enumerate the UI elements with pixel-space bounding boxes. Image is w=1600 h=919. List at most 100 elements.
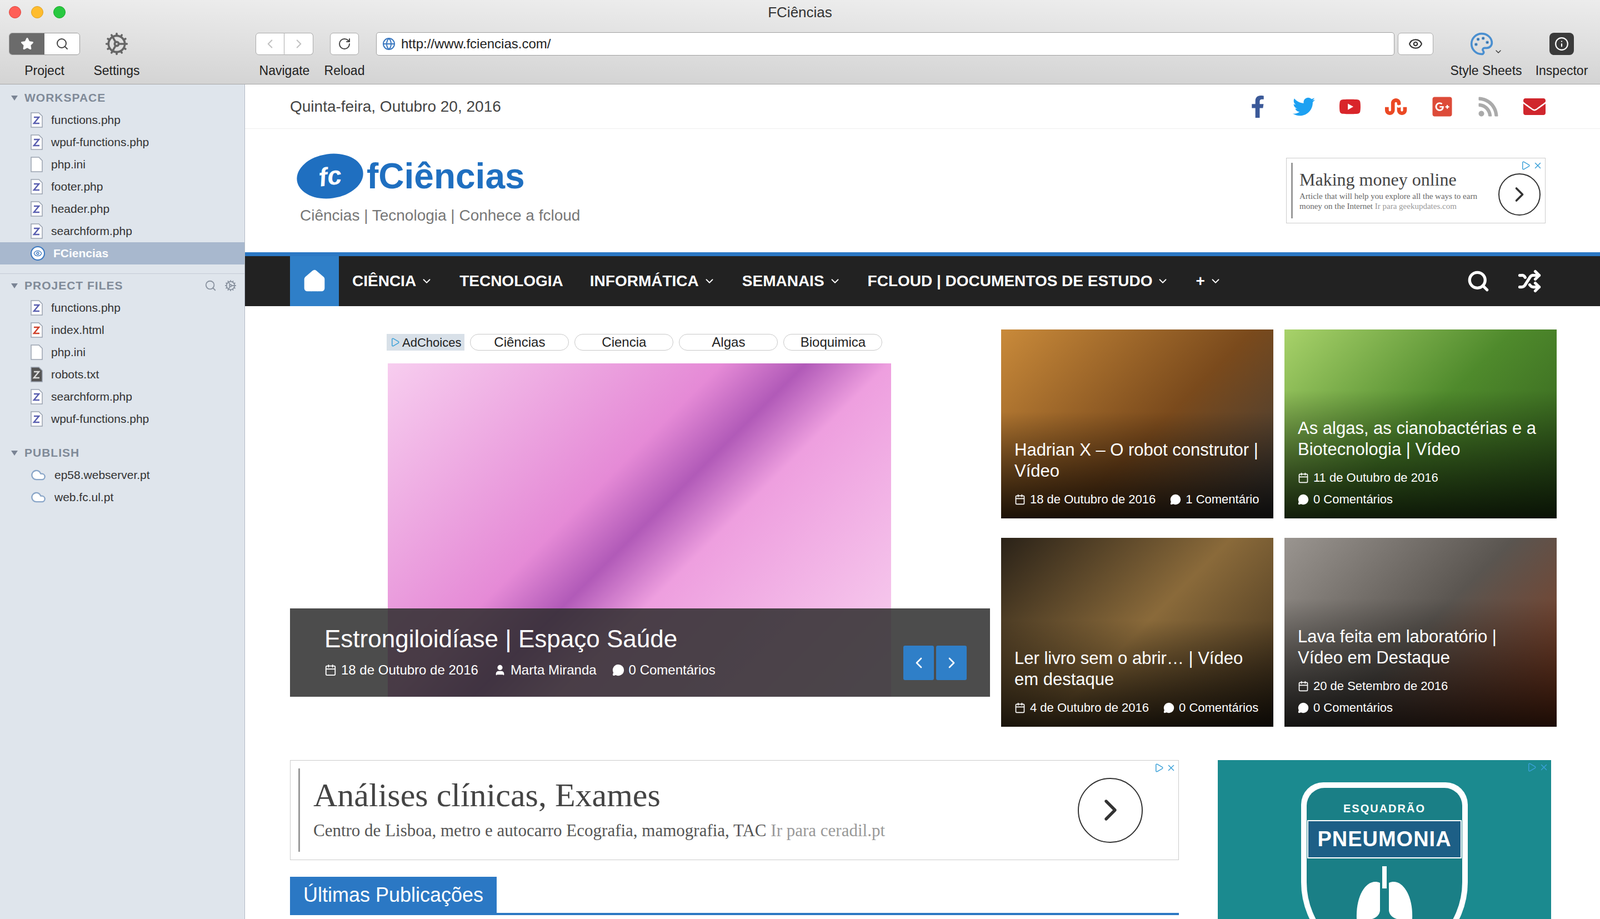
adchoices-chip[interactable]: AdChoices [386, 333, 465, 351]
logo-mark: fc [293, 149, 367, 203]
inspector-button[interactable] [1549, 32, 1574, 55]
sidebar-item[interactable]: searchform.php [0, 220, 245, 243]
logo[interactable]: fcfCiênciasCiências | Tecnologia | Conhe… [290, 153, 580, 228]
segment-button[interactable] [44, 33, 80, 55]
facebook-icon[interactable] [1246, 95, 1269, 118]
social-links [1246, 95, 1546, 118]
gear-icon[interactable] [224, 279, 237, 292]
section-header[interactable]: WORKSPACE [0, 86, 245, 109]
section-header[interactable]: PUBLISH [0, 441, 245, 464]
close-ad-icon[interactable] [1166, 762, 1177, 773]
post-card[interactable]: Hadrian X – O robot construtor | Vídeo 18… [1001, 329, 1274, 519]
slide-title[interactable]: Estrongiloidíase | Espaço Saúde [324, 625, 716, 654]
sidebar-item[interactable]: FCiencias [0, 242, 245, 265]
disclosure-triangle-icon[interactable] [10, 281, 19, 290]
ad-chip[interactable]: Ciências [470, 333, 569, 351]
search-icon[interactable] [1466, 269, 1490, 293]
ad-arrow-button[interactable] [1077, 777, 1143, 843]
card-title[interactable]: Lava feita em laboratório | Vídeo em Des… [1297, 626, 1544, 670]
close-button[interactable] [8, 6, 22, 19]
youtube-icon[interactable] [1338, 95, 1362, 118]
segment-button[interactable] [9, 33, 45, 55]
sidebar-item[interactable]: index.html [0, 318, 245, 342]
post-card[interactable]: Lava feita em laboratório | Vídeo em Des… [1284, 537, 1557, 727]
sidebar-item[interactable]: functions.php [0, 108, 245, 132]
side-ad[interactable]: ESQUADRÃOPNEUMONIA [1217, 760, 1552, 919]
adchoices-icon[interactable] [1520, 160, 1531, 171]
disclosure-triangle-icon[interactable] [10, 448, 19, 458]
sidebar-item[interactable]: php.ini [0, 341, 245, 364]
adchoices-icon[interactable] [1526, 762, 1537, 773]
url-field[interactable]: http://www.fciencias.com/ [376, 32, 1395, 56]
minimize-button[interactable] [31, 6, 44, 19]
date: Quinta-feira, Outubro 20, 2016 [290, 95, 502, 119]
card-title[interactable]: Hadrian X – O robot construtor | Vídeo [1014, 439, 1260, 483]
calendar-icon [1014, 493, 1026, 505]
item-name: web.fc.ul.pt [54, 488, 114, 507]
item-name: index.html [51, 321, 105, 339]
sidebar-item[interactable]: ep58.webserver.pt [0, 463, 245, 487]
nav-item[interactable]: INFORMÁTICA [576, 269, 729, 293]
sidebar-item[interactable]: footer.php [0, 175, 245, 198]
twitter-icon[interactable] [1292, 95, 1315, 118]
close-ad-icon[interactable] [1538, 762, 1549, 773]
sidebar-item[interactable]: searchform.php [0, 385, 245, 408]
next-slide-button[interactable] [936, 645, 967, 680]
sidebar-section: WORKSPACEfunctions.phpwpuf-functions.php… [0, 86, 245, 265]
search-icon[interactable] [204, 279, 217, 292]
googleplus-icon[interactable] [1431, 95, 1454, 118]
project-segmented[interactable] [8, 32, 80, 55]
sidebar-item[interactable]: php.ini [0, 153, 245, 176]
item-name: footer.php [51, 177, 103, 196]
back-button[interactable] [255, 32, 285, 55]
item-name: header.php [51, 200, 110, 218]
featured-slider[interactable]: AdChoices Ciências CienciaAlgas Bioquimica E… [290, 329, 990, 697]
adchoices-icon[interactable] [1153, 762, 1164, 773]
nav-item[interactable]: CIÊNCIA [338, 269, 447, 293]
settings-icon[interactable] [104, 31, 129, 57]
zoom-button[interactable] [53, 6, 66, 19]
calendar-icon [1014, 702, 1026, 714]
shuffle-icon[interactable] [1517, 269, 1542, 293]
ad-chip[interactable]: Bioquimica [783, 333, 883, 351]
ad-chip[interactable]: Ciencia [574, 333, 674, 351]
project-tool: Project [8, 31, 81, 81]
nav-item[interactable]: + [1182, 269, 1235, 293]
sidebar-item[interactable]: functions.php [0, 296, 245, 319]
sidebar-item[interactable]: robots.txt [0, 363, 245, 386]
rss-icon[interactable] [1477, 95, 1500, 118]
sidebar-item[interactable]: web.fc.ul.pt [0, 486, 245, 509]
disclosure-triangle-icon[interactable] [10, 93, 19, 103]
nav-item[interactable]: SEMANAIS [728, 269, 855, 293]
ad-body: Article that will help you explore all t… [1299, 191, 1492, 212]
section-header[interactable]: PROJECT FILES [0, 274, 245, 297]
search-icon [55, 37, 69, 51]
reload-button[interactable] [330, 32, 359, 55]
card-title[interactable]: As algas, as cianobactérias e a Biotecno… [1297, 417, 1544, 462]
style-sheets-icon[interactable] [1469, 31, 1494, 57]
home-button[interactable] [290, 256, 339, 307]
sidebar-item[interactable]: wpuf-functions.php [0, 407, 245, 430]
post-card[interactable]: As algas, as cianobactérias e a Biotecno… [1284, 329, 1557, 519]
stumbleupon-icon[interactable] [1385, 95, 1408, 118]
prev-slide-button[interactable] [903, 645, 934, 680]
post-card[interactable]: Ler livro sem o abrir… | Vídeo em destaq… [1001, 537, 1274, 727]
sidebar-item[interactable]: header.php [0, 197, 245, 220]
close-ad-icon[interactable] [1532, 160, 1543, 171]
site-icon [30, 246, 45, 261]
nav-item[interactable]: FCLOUD | DOCUMENTOS DE ESTUDO [854, 269, 1183, 293]
header-ad[interactable]: Making money onlineArticle that will hel… [1286, 157, 1546, 224]
toolbar-label: Style Sheets [1450, 61, 1522, 81]
ad-chip[interactable]: Algas [678, 333, 778, 351]
bottom-ad[interactable]: Análises clínicas, ExamesCentro de Lisbo… [290, 760, 1179, 860]
preview-button[interactable] [1397, 32, 1434, 55]
sidebar-item[interactable]: wpuf-functions.php [0, 131, 245, 154]
meta-item: 18 de Outubro de 2016 [1014, 490, 1156, 509]
adchoices-icon [390, 337, 400, 348]
card-title[interactable]: Ler livro sem o abrir… | Vídeo em destaq… [1014, 647, 1260, 692]
ad-arrow-button[interactable] [1498, 173, 1541, 216]
forward-button[interactable] [284, 32, 314, 55]
toolbar-label: Reload [324, 61, 365, 81]
email-icon[interactable] [1523, 95, 1546, 118]
nav-item[interactable]: TECNOLOGIA [446, 269, 577, 293]
